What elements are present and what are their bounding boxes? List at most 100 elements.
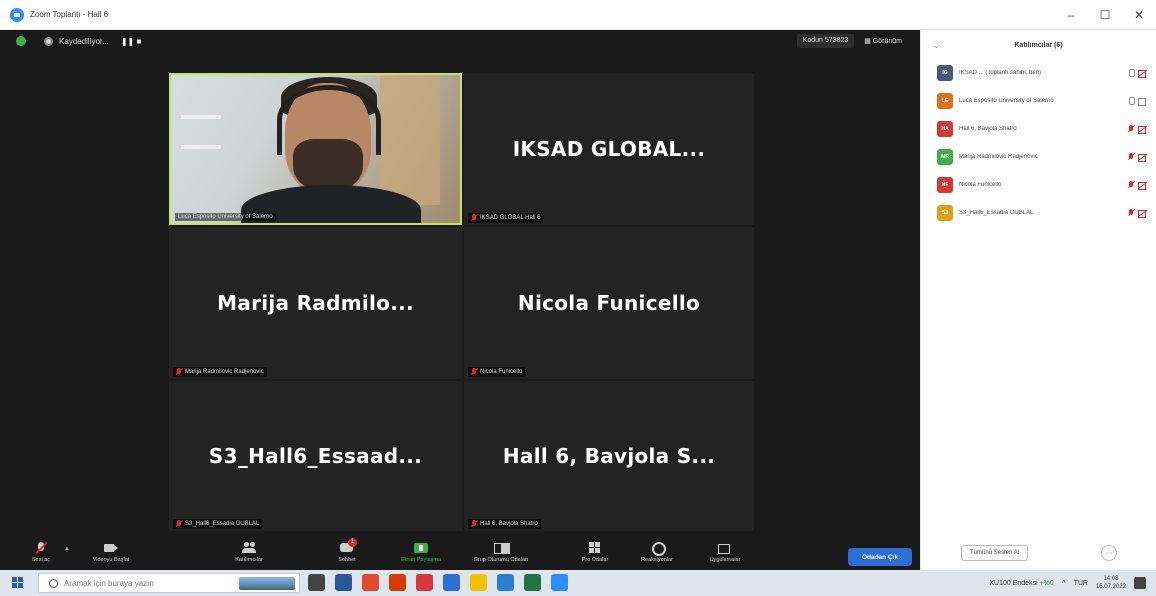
participant-row[interactable]: MR Marija Radmilovic Radjenovic: [937, 148, 1147, 166]
clock[interactable]: 14:08 16.07.2022: [1096, 575, 1126, 591]
participant-row[interactable]: IG IKSAD ... (Toplantı sahibi, ben): [937, 64, 1147, 82]
participant-name: Marija Radmilovic Radjenovic: [959, 154, 1038, 160]
mic-icon: [1128, 97, 1135, 105]
mic-muted-icon: [34, 542, 48, 554]
video-tile-nicola[interactable]: Nicola Funicello Nicola Funicello: [464, 227, 754, 379]
audio-options-caret[interactable]: ▲: [64, 546, 70, 552]
participants-icon: [242, 542, 256, 554]
participant-name: Hall 6, Bavjola Shatro: [959, 126, 1017, 132]
more-options-button[interactable]: ···: [1101, 545, 1117, 561]
file-explorer-icon[interactable]: [470, 574, 487, 591]
mic-muted-icon: [471, 520, 477, 528]
zoom-taskbar-icon[interactable]: [551, 574, 568, 591]
camera-icon: [1138, 97, 1147, 106]
collapse-chevron-icon[interactable]: ⌄: [933, 41, 940, 50]
participant-name: IKSAD ... (Toplantı sahibi, ben): [959, 70, 1042, 76]
search-input[interactable]: [64, 578, 224, 588]
task-view-icon[interactable]: [308, 574, 325, 591]
taskbar-apps: [308, 574, 568, 591]
language-indicator[interactable]: TUR: [1074, 580, 1088, 587]
taskbar-search[interactable]: [38, 573, 300, 593]
video-tile-marija[interactable]: Marija Radmilo... Marija Radmilovic Radj…: [169, 227, 462, 379]
apps-button[interactable]: Pro Odalar: [560, 542, 630, 563]
word-icon[interactable]: [497, 574, 514, 591]
avatar: IG: [937, 65, 953, 81]
tile-display-name: IKSAD GLOBAL...: [512, 137, 706, 161]
avatar: S3: [937, 205, 953, 221]
participant-name: Nicola Funicello: [959, 182, 1002, 188]
avatar: LE: [937, 93, 953, 109]
video-camera-icon: [104, 542, 118, 554]
chrome-icon[interactable]: [362, 574, 379, 591]
meeting-top-strip: Kaydediliyor... ❚❚ ■ Kodun 573823 ▦ Görü…: [0, 30, 920, 52]
security-shield-icon[interactable]: [16, 36, 26, 46]
participant-name: Luca Esposito University of Salerno: [959, 98, 1054, 104]
notification-icon[interactable]: [1134, 577, 1146, 589]
participant-row[interactable]: HA Hall 6, Bavjola Shatro: [937, 120, 1147, 138]
avatar: NF: [937, 177, 953, 193]
panel-footer: Tümünü Sesten Al ···: [921, 536, 1156, 570]
mic-muted-icon: [1128, 209, 1134, 217]
maximize-button[interactable]: ☐: [1088, 0, 1122, 30]
browser-icon[interactable]: [416, 574, 433, 591]
mute-all-button[interactable]: Tümünü Sesten Al: [961, 545, 1029, 561]
participants-button[interactable]: Katılımcılar: [214, 542, 284, 563]
camera-off-icon: [1138, 153, 1147, 162]
edge-icon[interactable]: [443, 574, 460, 591]
reaction-icon: [650, 542, 666, 556]
video-tile-bavjola[interactable]: Hall 6, Bavjola S... Hall 6, Bavjola Sha…: [464, 381, 754, 531]
video-tile-s3[interactable]: S3_Hall6_Essaad... S3_Hall6_Essadia OUBL…: [169, 381, 462, 531]
chat-button[interactable]: 1 Sohbet: [312, 538, 382, 563]
video-tile-luca[interactable]: Luca Esposito University of Salerno: [169, 73, 462, 225]
window-title: Zoom Toplantı - Hall 6: [30, 10, 109, 19]
headset-icon: [277, 85, 381, 155]
participant-row[interactable]: LE Luca Esposito University of Salerno: [937, 92, 1147, 110]
excel-icon[interactable]: [524, 574, 541, 591]
mic-muted-icon: [1128, 181, 1134, 189]
tray-chevron-icon[interactable]: ^: [1062, 579, 1066, 588]
mic-muted-icon: [176, 368, 182, 376]
search-highlight-image: [239, 577, 295, 590]
participant-row[interactable]: NF Nicola Funicello: [937, 176, 1147, 194]
reactions-button[interactable]: Reaksiyonlar: [622, 542, 692, 563]
recording-label: Kaydediliyor...: [59, 36, 109, 46]
system-tray: XU100 Endeksi +%0 ^ TUR 14:08 16.07.2022: [989, 570, 1146, 596]
camera-off-icon: [1138, 209, 1147, 218]
chat-badge: 1: [348, 538, 357, 547]
camera-off-icon: [1138, 125, 1147, 134]
participants-panel: ⌄ Katılımcılar (6) IG IKSAD ... (Toplant…: [920, 30, 1156, 570]
camera-feed: [171, 75, 460, 223]
windows-start-icon[interactable]: [12, 577, 24, 589]
stock-widget[interactable]: XU100 Endeksi +%0: [989, 580, 1053, 587]
tile-display-name: Nicola Funicello: [517, 291, 701, 315]
window-controls: – ☐ ✕: [1054, 0, 1156, 30]
tile-name-label: Nicola Funicello: [468, 367, 526, 377]
recording-icon: [44, 36, 53, 46]
meeting-area: Kaydediliyor... ❚❚ ■ Kodun 573823 ▦ Görü…: [0, 30, 920, 570]
share-screen-button[interactable]: Ekran Paylaşma: [386, 542, 456, 563]
minimize-button[interactable]: –: [1054, 0, 1088, 30]
participant-row[interactable]: S3 S3_Hall6_Essadia OUBLAL: [937, 204, 1147, 222]
avatar: HA: [937, 121, 953, 137]
share-screen-icon: [414, 542, 428, 554]
mic-icon: [1128, 69, 1135, 77]
camera-off-icon: [1138, 181, 1147, 190]
leave-meeting-button[interactable]: Odadan Çık: [848, 548, 912, 566]
pdf-icon[interactable]: [389, 574, 406, 591]
start-video-button[interactable]: Videoyu Başlat: [76, 542, 146, 563]
tile-display-name: Hall 6, Bavjola S...: [502, 444, 716, 468]
mic-muted-icon: [1128, 125, 1134, 133]
participant-name: S3_Hall6_Essadia OUBLAL: [959, 210, 1034, 216]
more-apps-button[interactable]: Uygulamalar: [690, 542, 760, 563]
recording-controls[interactable]: ❚❚ ■: [121, 37, 141, 46]
breakout-rooms-button[interactable]: Grup Oturumu Odaları: [466, 542, 536, 563]
mic-muted-icon: [471, 214, 477, 222]
close-button[interactable]: ✕: [1122, 0, 1156, 30]
video-tile-iksad[interactable]: IKSAD GLOBAL... IKSAD GLOBAL Hall 6: [464, 73, 754, 225]
panel-header: ⌄ Katılımcılar (6): [921, 30, 1156, 60]
view-button[interactable]: ▦ Görünüm: [860, 34, 906, 48]
tile-name-label: S3_Hall6_Essadia OUBLAL: [173, 519, 263, 529]
outlook-icon[interactable]: [335, 574, 352, 591]
chat-icon: 1: [340, 538, 357, 554]
meeting-id-badge[interactable]: Kodun 573823: [796, 34, 855, 48]
